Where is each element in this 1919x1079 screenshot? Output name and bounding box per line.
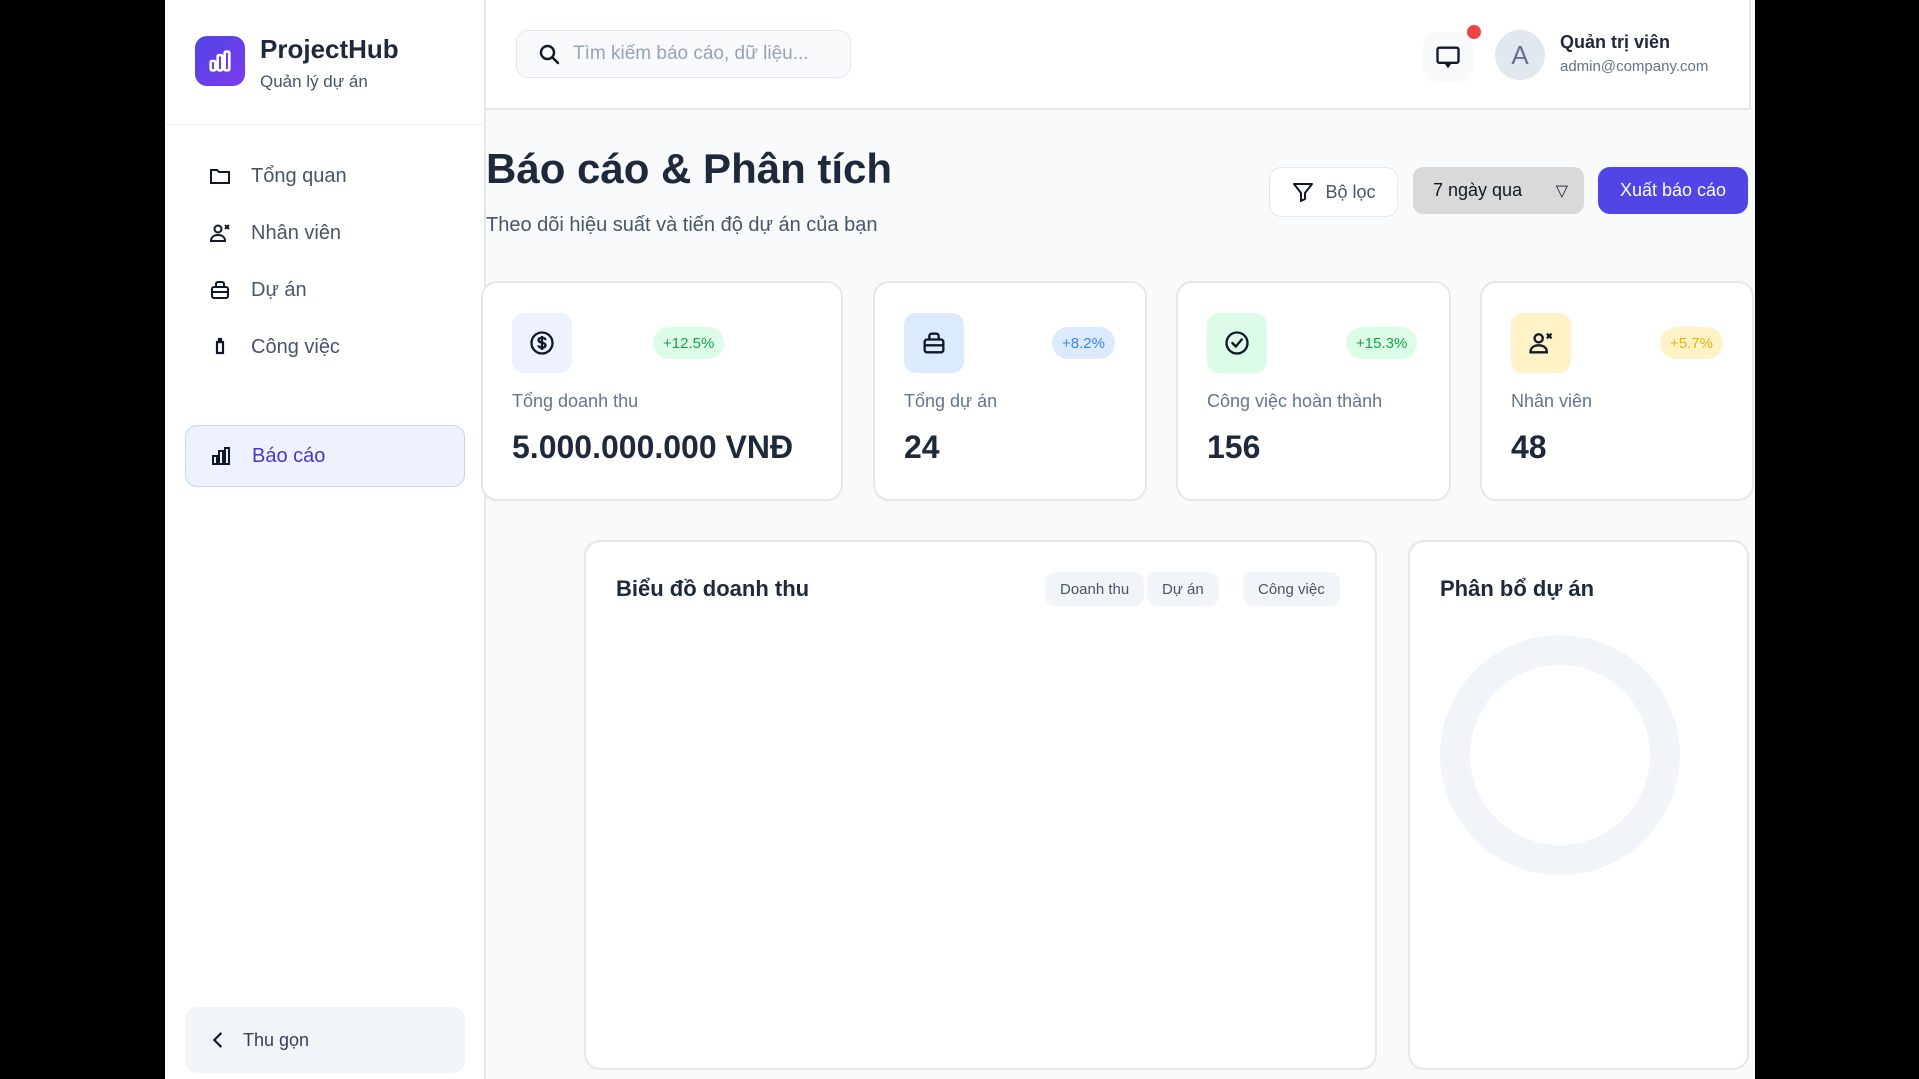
notifications-button[interactable] <box>1423 32 1473 82</box>
notification-dot <box>1467 25 1481 39</box>
export-report-button[interactable]: Xuất báo cáo <box>1598 167 1748 214</box>
tab-tasks[interactable]: Công việc <box>1243 572 1340 606</box>
message-icon <box>1434 43 1462 71</box>
sidebar-item-employees[interactable]: Nhân viên <box>185 202 465 264</box>
filter-icon <box>1291 180 1315 204</box>
sidebar-item-tasks[interactable]: Công việc <box>185 316 465 378</box>
stat-label: Tổng doanh thu <box>512 391 639 411</box>
stat-card-employees: +5.7% Nhân viên 48 <box>1480 281 1754 501</box>
sidebar-item-reports[interactable]: Báo cáo <box>185 425 465 487</box>
search-box[interactable] <box>516 30 851 78</box>
briefcase-icon <box>207 277 233 303</box>
tab-projects[interactable]: Dự án <box>1147 572 1219 606</box>
sidebar-item-label: Dự án <box>251 278 307 301</box>
stat-label: Công việc hoàn thành <box>1207 391 1383 411</box>
page-subtitle: Theo dõi hiệu suất và tiến độ dự án của … <box>486 214 878 236</box>
filter-label: Bộ lọc <box>1325 181 1376 202</box>
stat-card-revenue: +12.5% Tổng doanh thu 5.000.000.000 VNĐ <box>481 281 843 501</box>
user-email: admin@company.com <box>1560 58 1709 75</box>
stat-value: 156 <box>1207 429 1261 465</box>
chevron-left-icon <box>207 1029 229 1051</box>
task-icon <box>207 334 233 360</box>
project-distribution-panel: Phân bổ dự án <box>1408 540 1749 1070</box>
revenue-chart-panel: Biểu đồ doanh thu Doanh thu Dự án Công v… <box>584 540 1377 1070</box>
stat-label: Tổng dự án <box>904 391 998 411</box>
brand-subtitle: Quản lý dự án <box>260 72 368 91</box>
sidebar: ProjectHub Quản lý dự án Tổng quan Nhân … <box>165 0 486 1079</box>
search-icon <box>537 42 561 66</box>
panel-title: Phân bổ dự án <box>1440 576 1595 601</box>
stat-card-tasks: +15.3% Công việc hoàn thành 156 <box>1176 281 1451 501</box>
sidebar-item-label: Báo cáo <box>252 444 326 467</box>
change-badge: +15.3% <box>1346 327 1418 359</box>
users-icon <box>207 220 233 246</box>
brand-header: ProjectHub Quản lý dự án <box>165 0 486 125</box>
bar-chart-icon <box>208 443 234 469</box>
search-input[interactable] <box>573 43 833 65</box>
check-circle-icon <box>1207 313 1267 373</box>
change-badge: +8.2% <box>1052 327 1115 359</box>
date-range-value: 7 ngày qua <box>1433 180 1523 200</box>
change-badge: +5.7% <box>1660 327 1723 359</box>
stat-value: 48 <box>1511 429 1547 465</box>
bar-chart-icon <box>195 36 245 86</box>
user-name: Quản trị viên <box>1560 32 1671 52</box>
stat-label: Nhân viên <box>1511 391 1593 411</box>
filter-button[interactable]: Bộ lọc <box>1269 167 1398 217</box>
avatar[interactable]: A <box>1495 30 1545 80</box>
donut-track <box>1440 635 1680 875</box>
stat-value: 5.000.000.000 VNĐ <box>512 429 794 465</box>
collapse-sidebar-button[interactable]: Thu gọn <box>185 1007 465 1073</box>
page-title: Báo cáo & Phân tích <box>486 145 893 192</box>
briefcase-icon <box>904 313 964 373</box>
sidebar-item-projects[interactable]: Dự án <box>185 259 465 321</box>
revenue-chart-area <box>616 632 1346 1052</box>
sidebar-item-label: Nhân viên <box>251 221 342 244</box>
chevron-down-icon: ▽ <box>1555 183 1568 200</box>
stat-value: 24 <box>904 429 940 465</box>
sidebar-item-label: Công việc <box>251 335 340 358</box>
users-icon <box>1511 313 1571 373</box>
dollar-icon <box>512 313 572 373</box>
stat-card-projects: +8.2% Tổng dự án 24 <box>873 281 1147 501</box>
tab-revenue[interactable]: Doanh thu <box>1045 572 1145 606</box>
app-viewport: ProjectHub Quản lý dự án Tổng quan Nhân … <box>165 0 1755 1079</box>
folder-icon <box>207 163 233 189</box>
change-badge: +12.5% <box>653 327 725 359</box>
brand-name: ProjectHub <box>260 34 399 64</box>
date-range-select[interactable]: 7 ngày qua ▽ <box>1413 167 1584 214</box>
top-header: A Quản trị viên admin@company.com <box>486 0 1751 110</box>
sidebar-item-overview[interactable]: Tổng quan <box>185 145 465 207</box>
donut-chart <box>1440 635 1680 875</box>
panel-title: Biểu đồ doanh thu <box>616 576 810 601</box>
collapse-label: Thu gọn <box>243 1029 310 1050</box>
sidebar-item-label: Tổng quan <box>251 164 347 187</box>
